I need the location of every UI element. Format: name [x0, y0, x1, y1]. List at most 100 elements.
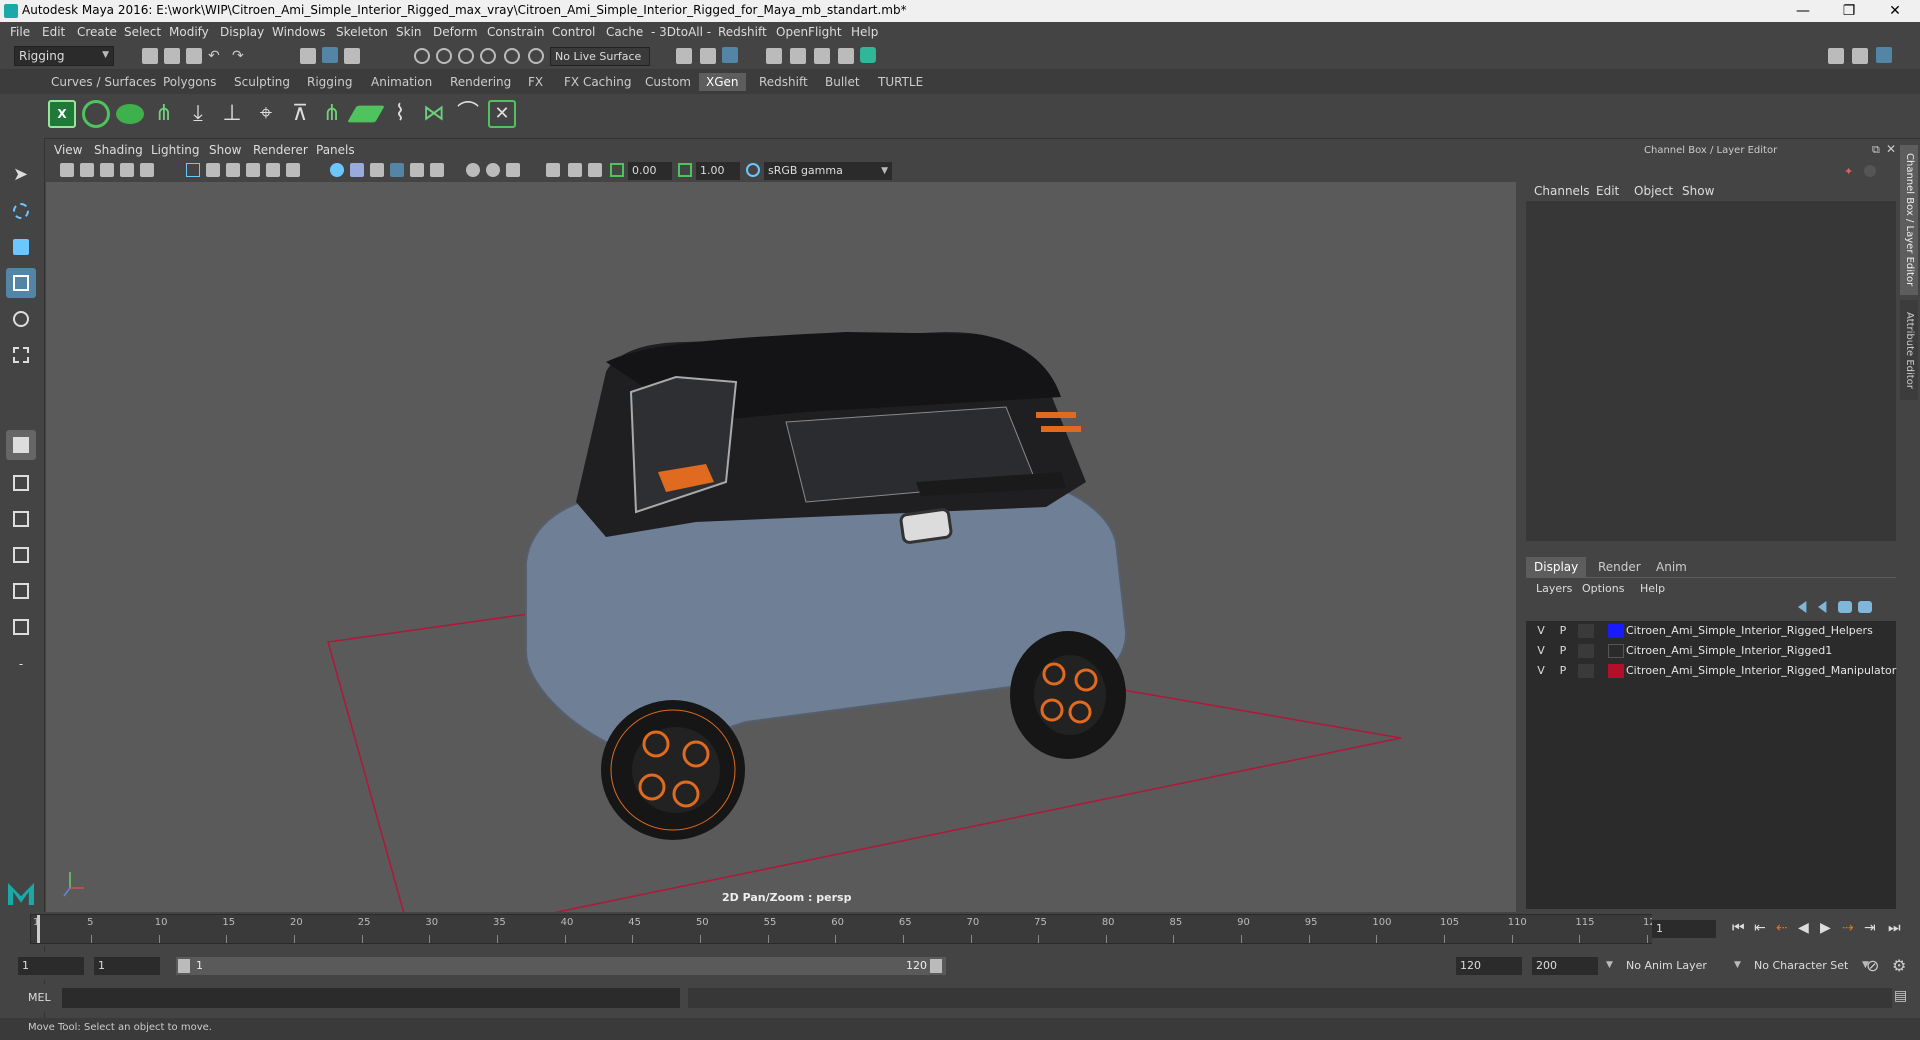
layer-row[interactable]: V P Citroen_Ami_Simple_Interior_Rigged1 — [1526, 641, 1896, 661]
field-chart-icon[interactable] — [266, 163, 280, 177]
gamma-field[interactable]: 1.00 — [696, 162, 740, 180]
play-forward-icon[interactable]: ▶ — [1820, 920, 1831, 936]
viewport-menu-view[interactable]: View — [54, 143, 82, 157]
modeling-toolkit-icon[interactable] — [1828, 48, 1844, 64]
restore-button[interactable]: ❐ — [1826, 0, 1872, 22]
script-editor-icon[interactable]: ▤ — [1894, 988, 1907, 1004]
menu-3dtoall[interactable]: - 3DtoAll - — [651, 25, 711, 39]
channel-box-menu-edit[interactable]: Edit — [1596, 184, 1619, 198]
float-panel-icon[interactable]: ⧉ — [1872, 143, 1880, 157]
xgen-create-description-icon[interactable] — [116, 104, 144, 124]
shelf-tab-custom[interactable]: Custom — [638, 73, 698, 91]
two-d-pan-zoom-icon[interactable] — [140, 163, 154, 177]
input-ops-icon[interactable] — [676, 48, 692, 64]
step-forward-frame-icon[interactable]: ⇢ — [1842, 920, 1854, 936]
menu-select[interactable]: Select — [124, 25, 161, 39]
isolate-select-icon[interactable] — [546, 163, 560, 177]
playback-end-field[interactable]: 120 — [1456, 957, 1522, 975]
safe-action-icon[interactable] — [286, 163, 300, 177]
menu-help[interactable]: Help — [851, 25, 878, 39]
menu-deform[interactable]: Deform — [433, 25, 478, 39]
screen-space-ao-icon[interactable] — [466, 163, 480, 177]
side-tab-attribute-editor[interactable]: Attribute Editor — [1900, 300, 1918, 400]
menuset-dropdown[interactable]: Rigging ▼ — [14, 46, 114, 66]
select-tool-button[interactable]: ➤ — [6, 160, 36, 190]
xgen-preview-icon[interactable] — [82, 100, 110, 128]
xgen-add-guide-icon[interactable]: ⋔ — [150, 100, 178, 128]
gamma-icon[interactable] — [678, 163, 692, 177]
exposure-field[interactable]: 0.00 — [628, 162, 672, 180]
camera-attributes-icon[interactable] — [80, 163, 94, 177]
close-button[interactable]: ✕ — [1872, 0, 1918, 22]
playback-start-field[interactable]: 1 — [94, 957, 160, 975]
new-layer-from-selected-icon[interactable] — [1838, 601, 1852, 613]
layer-visibility-toggle[interactable]: V — [1534, 644, 1548, 657]
select-camera-icon[interactable] — [60, 163, 74, 177]
open-scene-icon[interactable] — [164, 48, 180, 64]
layer-playback-toggle[interactable]: P — [1556, 624, 1570, 637]
layer-color-swatch[interactable] — [1608, 664, 1624, 678]
viewport-menu-show[interactable]: Show — [209, 143, 241, 157]
layer-display-type[interactable] — [1578, 664, 1594, 678]
quick-select-icon[interactable] — [1864, 165, 1876, 177]
layer-color-swatch[interactable] — [1608, 624, 1624, 638]
xgen-noise-icon[interactable]: ⋈ — [420, 100, 448, 128]
layer-display-type[interactable] — [1578, 644, 1594, 658]
menu-skin[interactable]: Skin — [396, 25, 422, 39]
anim-layer-dropdown[interactable]: No Anim Layer — [1622, 957, 1740, 975]
xgen-placement-paint-icon[interactable] — [347, 105, 385, 123]
shelf-tab-turtle[interactable]: TURTLE — [871, 73, 930, 91]
live-surface-field[interactable]: No Live Surface — [550, 47, 650, 66]
shelf-tab-rendering[interactable]: Rendering — [443, 73, 518, 91]
move-tool-button[interactable] — [6, 268, 36, 298]
bookmarks-icon[interactable] — [100, 163, 114, 177]
snap-view-plane-icon[interactable] — [480, 48, 496, 64]
time-slider[interactable]: 1510152025303540455055606570758085909510… — [22, 912, 1662, 946]
snap-grid-icon[interactable] — [414, 48, 430, 64]
channel-box-area[interactable] — [1526, 201, 1896, 541]
xgen-grooming-icon[interactable]: ⋔ — [318, 100, 346, 128]
layer-name[interactable]: Citroen_Ami_Simple_Interior_Rigged_Manip… — [1626, 664, 1896, 677]
render-view-icon[interactable] — [766, 48, 782, 64]
layer-tab-anim[interactable]: Anim — [1648, 557, 1695, 577]
anti-aliasing-icon[interactable] — [506, 163, 520, 177]
layer-row[interactable]: V P Citroen_Ami_Simple_Interior_Rigged_H… — [1526, 621, 1896, 641]
menu-create[interactable]: Create — [77, 25, 117, 39]
image-plane-icon[interactable] — [120, 163, 134, 177]
range-end-handle[interactable] — [930, 959, 942, 973]
layer-tab-render[interactable]: Render — [1590, 557, 1649, 577]
perspective-viewport[interactable]: 2D Pan/Zoom : persp — [46, 182, 1516, 912]
menu-redshift[interactable]: Redshift — [718, 25, 767, 39]
rotate-tool-button[interactable] — [6, 304, 36, 334]
layer-menu-layers[interactable]: Layers — [1536, 582, 1572, 595]
viewport-menu-renderer[interactable]: Renderer — [253, 143, 308, 157]
scale-tool-button[interactable] — [6, 340, 36, 370]
snap-point-icon[interactable] — [458, 48, 474, 64]
menu-edit[interactable]: Edit — [42, 25, 65, 39]
xgen-interactive-groom-icon[interactable]: ✕ — [488, 100, 516, 128]
xgen-lock-length-icon[interactable]: ⌖ — [252, 100, 280, 128]
shelf-tab-fx-caching[interactable]: FX Caching — [557, 73, 638, 91]
xray-joints-icon[interactable] — [588, 163, 602, 177]
collapse-toolbox-button[interactable]: - — [6, 650, 36, 680]
select-object-icon[interactable] — [322, 47, 338, 63]
channel-box-menu-channels[interactable]: Channels — [1534, 184, 1590, 198]
step-forward-key-icon[interactable]: ⇥ — [1864, 920, 1876, 936]
make-live-icon[interactable] — [528, 48, 544, 64]
viewport-menu-shading[interactable]: Shading — [94, 143, 143, 157]
animation-start-field[interactable]: 1 — [18, 957, 84, 975]
preferences-icon[interactable]: ⚙ — [1892, 956, 1906, 975]
minimize-button[interactable]: — — [1780, 0, 1826, 22]
shelf-tab-xgen[interactable]: XGen — [699, 73, 746, 91]
layer-menu-options[interactable]: Options — [1582, 582, 1624, 595]
layer-name[interactable]: Citroen_Ami_Simple_Interior_Rigged1 — [1626, 644, 1832, 657]
range-slider[interactable]: 1 120 — [176, 957, 946, 975]
xray-icon[interactable] — [568, 163, 582, 177]
layer-menu-help[interactable]: Help — [1640, 582, 1665, 595]
current-frame-field[interactable]: 1 — [1652, 920, 1716, 938]
menu-constrain[interactable]: Constrain — [487, 25, 545, 39]
menu-control[interactable]: Control — [552, 25, 595, 39]
command-language-label[interactable]: MEL — [28, 991, 51, 1004]
layer-visibility-toggle[interactable]: V — [1534, 664, 1548, 677]
snap-surface-icon[interactable] — [504, 48, 520, 64]
